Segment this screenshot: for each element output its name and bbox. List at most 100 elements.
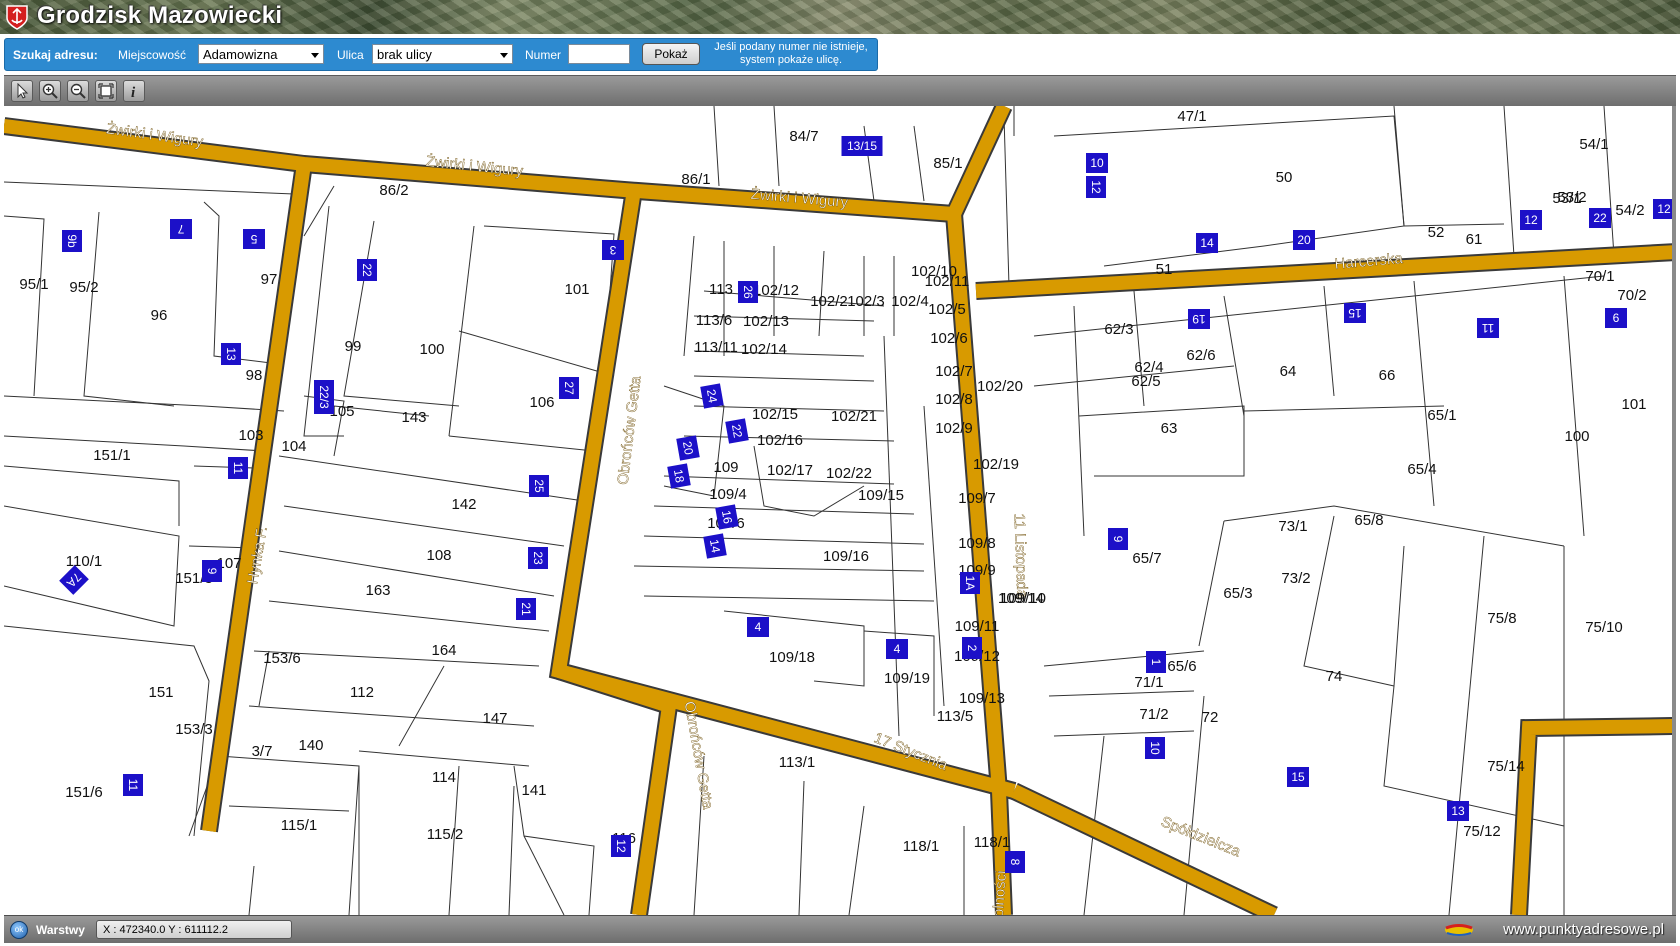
parcel-label: 109/19 xyxy=(884,670,930,687)
house-number-marker[interactable]: 20 xyxy=(676,435,700,461)
coordinates-readout: X : 472340.0 Y : 611112.2 xyxy=(96,920,292,939)
parcel-label: 102/14 xyxy=(741,341,787,358)
house-number-label: 13/15 xyxy=(847,139,877,153)
house-number-marker[interactable]: 21 xyxy=(516,598,536,620)
house-number-marker[interactable]: 16 xyxy=(715,504,739,530)
house-number-label: 22 xyxy=(1593,211,1607,225)
info-tool-button[interactable]: i xyxy=(123,80,145,102)
house-number-label: 3 xyxy=(609,243,616,257)
map-toolbar: i xyxy=(4,75,1676,107)
chevron-down-icon xyxy=(311,53,319,58)
house-number-label: 10 xyxy=(1090,156,1104,170)
parcel-label: 102/20 xyxy=(977,378,1023,395)
parcel-label: 64 xyxy=(1280,363,1297,380)
house-number-label: 16 xyxy=(719,509,735,525)
parcel-label: 151/1 xyxy=(93,447,131,464)
house-number-marker[interactable]: 12 xyxy=(1653,199,1675,219)
parcel-label: 102/22 xyxy=(826,465,872,482)
house-number-marker[interactable]: 8 xyxy=(1005,851,1025,873)
parcel-label: 52 xyxy=(1428,224,1445,241)
parcel-label: 103 xyxy=(238,427,263,444)
parcel-label: 102/3 xyxy=(847,293,885,310)
house-number-marker[interactable]: 3 xyxy=(602,240,624,260)
house-number-marker[interactable]: 22 xyxy=(1589,208,1611,228)
house-number-marker[interactable]: 4 xyxy=(886,639,908,659)
house-number-label: 26 xyxy=(741,285,755,299)
house-number-marker[interactable]: 9 xyxy=(1108,528,1128,550)
house-number-label: 9 xyxy=(205,568,219,575)
parcel-label: 100 xyxy=(1564,428,1589,445)
layers-icon[interactable]: ok xyxy=(10,921,28,939)
house-number-marker[interactable]: 11 xyxy=(123,774,143,796)
house-number-marker[interactable]: 14 xyxy=(1196,233,1218,253)
house-number-marker[interactable]: 27 xyxy=(559,377,579,399)
house-number-marker[interactable]: 13 xyxy=(1447,801,1469,821)
house-number-marker[interactable]: 6 xyxy=(1605,308,1627,328)
house-number-marker[interactable]: 11 xyxy=(1477,318,1499,338)
house-number-marker[interactable]: 11 xyxy=(228,457,248,479)
house-number-marker[interactable]: 10 xyxy=(1086,153,1108,173)
parcel-label: 114 xyxy=(432,769,456,786)
house-number-label: 14 xyxy=(707,538,723,554)
parcel-label: 70/2 xyxy=(1617,287,1646,304)
house-number-marker[interactable]: 5 xyxy=(243,229,265,249)
house-number-marker[interactable]: 4 xyxy=(747,617,769,637)
street-select[interactable]: brak ulicy xyxy=(372,44,513,64)
house-number-marker[interactable]: 23 xyxy=(528,547,548,569)
house-number-marker[interactable]: 26 xyxy=(738,281,758,303)
parcel-label: 102/11 xyxy=(925,273,970,290)
zoom-out-tool-button[interactable] xyxy=(67,80,89,102)
parcel-label: 100 xyxy=(419,341,444,358)
parcel-label: 109/8 xyxy=(958,535,996,552)
street-label-listopada: 11 Listopada xyxy=(1011,513,1031,599)
house-number-label: 13 xyxy=(224,347,238,361)
house-number-marker[interactable]: 12 xyxy=(611,835,631,857)
brand-link[interactable]: www.punktyadresowe.pl xyxy=(1503,921,1664,938)
house-number-marker[interactable]: 15 xyxy=(1287,767,1309,787)
house-number-marker[interactable]: 13 xyxy=(221,343,241,365)
house-number-marker[interactable]: 12 xyxy=(1086,176,1106,198)
house-number-marker[interactable]: 9b xyxy=(62,230,82,252)
house-number-marker[interactable]: 7 xyxy=(170,219,192,239)
house-number-label: 23 xyxy=(531,551,545,565)
house-number-marker[interactable]: 24 xyxy=(700,383,724,409)
house-number-marker[interactable]: 19 xyxy=(1188,309,1210,329)
house-number-marker[interactable]: 15 xyxy=(1344,303,1366,323)
house-number-marker[interactable]: 2 xyxy=(962,637,982,659)
parcel-label: 164 xyxy=(431,642,456,659)
locality-select[interactable]: Adamowizna xyxy=(198,44,324,64)
number-input[interactable] xyxy=(568,44,630,64)
house-number-marker[interactable]: 18 xyxy=(667,463,691,489)
house-number-label: 25 xyxy=(532,479,546,493)
zoom-in-tool-button[interactable] xyxy=(39,80,61,102)
map-view[interactable]: Żwirki i Wigury Żwirki i Wigury Żwirki i W… xyxy=(4,106,1676,915)
parcel-label: 109/15 xyxy=(858,487,904,504)
house-number-marker[interactable]: 1 xyxy=(1146,651,1166,673)
house-number-marker[interactable]: 12 xyxy=(1520,210,1542,230)
layers-button[interactable]: Warstwy xyxy=(36,923,85,937)
house-number-marker[interactable]: 22 xyxy=(725,418,749,444)
house-number-label: 1 xyxy=(1149,659,1163,666)
parcel-label: 98 xyxy=(246,367,263,384)
street-select-value: brak ulicy xyxy=(377,47,432,62)
house-number-marker[interactable]: 13/15 xyxy=(841,136,883,156)
full-extent-tool-button[interactable] xyxy=(95,80,117,102)
parcel-label: 113/1 xyxy=(779,754,815,771)
house-number-label: 10 xyxy=(1148,741,1162,755)
parcel-label: 65/1 xyxy=(1427,407,1456,424)
house-number-marker[interactable]: 1A xyxy=(960,572,980,594)
select-tool-button[interactable] xyxy=(11,80,33,102)
house-number-marker[interactable]: 9 xyxy=(202,560,222,582)
house-number-marker[interactable]: 10 xyxy=(1145,737,1165,759)
globe-flag-icon xyxy=(1444,922,1474,938)
house-number-marker[interactable]: 14 xyxy=(703,533,727,559)
house-number-marker[interactable]: 22 xyxy=(357,259,377,281)
house-number-marker[interactable]: 22/3 xyxy=(314,380,334,414)
parcel-label: 75/8 xyxy=(1487,610,1516,627)
house-number-marker[interactable]: 20 xyxy=(1293,230,1315,250)
parcel-label: 86/1 xyxy=(681,171,710,188)
show-button[interactable]: Pokaż xyxy=(642,43,700,65)
house-number-marker[interactable]: 25 xyxy=(529,475,549,497)
parcel-label: 54/2 xyxy=(1615,202,1644,219)
locality-label: Miejscowość xyxy=(118,48,187,62)
